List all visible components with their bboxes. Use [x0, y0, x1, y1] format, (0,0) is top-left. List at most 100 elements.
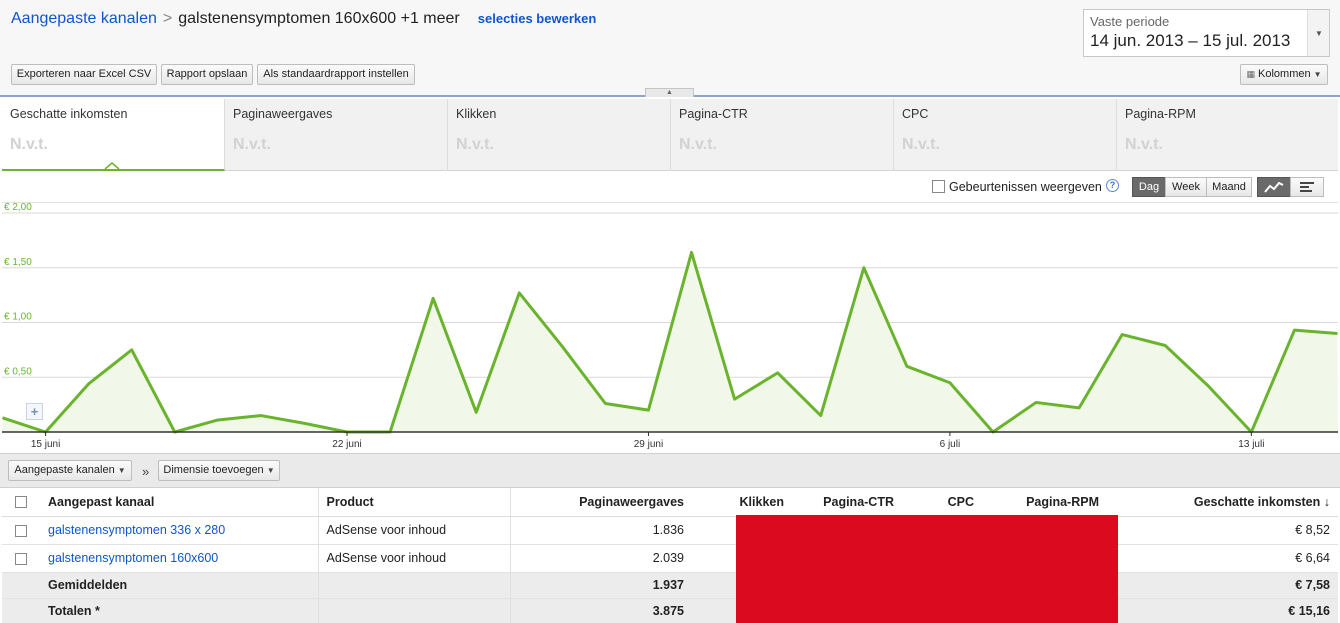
set-default-report-button[interactable]: Als standaardrapport instellen [257, 64, 415, 85]
add-dimension-dropdown[interactable]: Dimensie toevoegen ▼ [158, 460, 280, 481]
export-csv-button[interactable]: Exporteren naar Excel CSV [11, 64, 157, 85]
column-header-earnings[interactable]: Geschatte inkomsten ↓ [1107, 488, 1338, 517]
granularity-day-button[interactable]: Dag [1132, 177, 1166, 197]
earnings-chart: € 2,00 € 1,50 € 1,00 € 0,50 15 juni 22 juni 29… [2, 203, 1338, 453]
tab-label: Pagina-RPM [1125, 107, 1196, 121]
tab-clicks[interactable]: Klikken N.v.t. [448, 99, 671, 171]
averages-label: Gemiddelden [40, 572, 319, 599]
empty-cell [2, 572, 40, 599]
earnings-cell: € 6,64 [1107, 544, 1338, 573]
tab-value: N.v.t. [1125, 136, 1163, 153]
dimension-dropdown[interactable]: Aangepaste kanalen ▼ [8, 460, 132, 481]
table-row: galstenensymptomen 160x600 AdSense voor … [2, 544, 1338, 573]
chevron-up-icon: ▲ [666, 89, 673, 96]
column-header-page-rpm[interactable]: Pagina-RPM [982, 488, 1107, 517]
channel-cell: galstenensymptomen 160x600 [40, 544, 319, 573]
show-events-label: Gebeurtenissen weergeven [949, 180, 1102, 194]
pageviews-cell: 2.039 [510, 544, 692, 573]
averages-pageviews: 1.937 [510, 572, 692, 599]
breadcrumb: Aangepaste kanalen > galstenensymptomen 16… [11, 10, 596, 28]
chevron-down-icon: ▼ [117, 466, 126, 475]
chevron-down-icon: ▼ [266, 466, 275, 475]
active-tab-caret-icon [104, 162, 120, 170]
tab-label: Klikken [456, 107, 497, 121]
column-header-page-ctr[interactable]: Pagina-CTR [792, 488, 902, 517]
x-tick-label: 13 juli [1238, 439, 1264, 450]
tab-estimated-earnings[interactable]: Geschatte inkomsten N.v.t. [2, 99, 225, 171]
y-tick-label: € 1,50 [4, 257, 32, 268]
earnings-cell: € 8,52 [1107, 516, 1338, 545]
tab-cpc[interactable]: CPC N.v.t. [894, 99, 1117, 171]
date-range-dropdown[interactable]: ▼ [1307, 10, 1329, 56]
bar-chart-view-button[interactable] [1290, 177, 1324, 197]
y-tick-label: € 1,00 [4, 312, 32, 323]
columns-label: Kolommen [1258, 68, 1311, 80]
totals-pageviews: 3.875 [510, 598, 692, 623]
table-header-row: Aangepast kanaal Product Paginaweergaves… [2, 488, 1338, 517]
x-tick-label: 6 juli [940, 439, 961, 450]
dimension-bar: Aangepaste kanalen ▼ » Dimensie toevoegen… [0, 453, 1340, 488]
pageviews-cell: 1.836 [510, 516, 692, 545]
metric-tabs: Geschatte inkomsten N.v.t. Paginaweergav… [2, 99, 1338, 171]
tab-value: N.v.t. [456, 136, 494, 153]
tab-page-ctr[interactable]: Pagina-CTR N.v.t. [671, 99, 894, 171]
tab-value: N.v.t. [902, 136, 940, 153]
line-chart-icon [1264, 181, 1284, 193]
column-header-cpc[interactable]: CPC [902, 488, 982, 517]
tab-page-rpm[interactable]: Pagina-RPM N.v.t. [1117, 99, 1338, 171]
product-cell: AdSense voor inhoud [318, 516, 511, 545]
tab-pageviews[interactable]: Paginaweergaves N.v.t. [225, 99, 448, 171]
averages-row: Gemiddelden 1.937 € 7,58 [2, 572, 1338, 599]
row-select-cell [2, 544, 40, 573]
totals-earnings: € 15,16 [1107, 598, 1338, 623]
column-header-pageviews[interactable]: Paginaweergaves [510, 488, 692, 517]
earnings-chart-svg: € 2,00 € 1,50 € 1,00 € 0,50 15 juni 22 juni 29… [2, 203, 1338, 450]
totals-row: Totalen * 3.875 € 15,16 [2, 598, 1338, 623]
chevron-down-icon: ▼ [1313, 70, 1322, 79]
row-checkbox[interactable] [15, 552, 27, 565]
y-tick-label: € 0,50 [4, 366, 32, 377]
add-annotation-icon[interactable]: + [26, 403, 43, 420]
tab-label: Paginaweergaves [233, 107, 333, 121]
date-range-picker[interactable]: Vaste periode 14 jun. 2013 – 15 jul. 201… [1083, 9, 1330, 57]
channel-cell: galstenensymptomen 336 x 280 [40, 516, 319, 545]
tab-label: Geschatte inkomsten [10, 107, 128, 121]
drilldown-arrow: » [142, 464, 150, 479]
columns-button[interactable]: ▦ Kolommen ▼ [1240, 64, 1328, 85]
x-tick-label: 22 juni [332, 439, 361, 450]
add-dimension-label: Dimensie toevoegen [163, 464, 264, 476]
column-header-channel[interactable]: Aangepast kanaal [40, 488, 319, 517]
breadcrumb-separator: > [162, 10, 173, 27]
tab-label: Pagina-CTR [679, 107, 748, 121]
x-tick-label: 29 juni [634, 439, 663, 450]
tab-label: CPC [902, 107, 929, 121]
show-events-checkbox[interactable] [932, 180, 945, 193]
granularity-month-button[interactable]: Maand [1206, 177, 1252, 197]
select-all-cell [2, 488, 40, 517]
breadcrumb-root-link[interactable]: Aangepaste kanalen [11, 10, 157, 27]
collapse-header-toggle[interactable]: ▲ [645, 88, 694, 97]
granularity-week-button[interactable]: Week [1165, 177, 1207, 197]
dimension-label: Aangepaste kanalen [14, 464, 115, 476]
tab-value: N.v.t. [10, 136, 48, 153]
chart-toolbar: Gebeurtenissen weergeven ? Dag Week Maan… [2, 172, 1338, 203]
channel-link[interactable]: galstenensymptomen 160x600 [48, 551, 218, 565]
date-range-label: Vaste periode [1090, 14, 1170, 29]
averages-earnings: € 7,58 [1107, 572, 1338, 599]
empty-cell [318, 572, 511, 599]
totals-label: Totalen * [40, 598, 319, 623]
channel-link[interactable]: galstenensymptomen 336 x 280 [48, 523, 225, 537]
select-all-checkbox[interactable] [15, 496, 27, 509]
column-header-product[interactable]: Product [318, 488, 511, 517]
save-report-button[interactable]: Rapport opslaan [161, 64, 253, 85]
columns-icon: ▦ [1246, 69, 1255, 79]
column-header-clicks[interactable]: Klikken [692, 488, 792, 517]
help-icon[interactable]: ? [1106, 179, 1119, 192]
earnings-area [2, 252, 1338, 432]
edit-selections-link[interactable]: selecties bewerken [478, 11, 597, 26]
tab-value: N.v.t. [679, 136, 717, 153]
row-checkbox[interactable] [15, 524, 27, 537]
table-row: galstenensymptomen 336 x 280 AdSense voo… [2, 516, 1338, 545]
line-chart-view-button[interactable] [1257, 177, 1291, 197]
bar-chart-icon [1300, 182, 1314, 192]
